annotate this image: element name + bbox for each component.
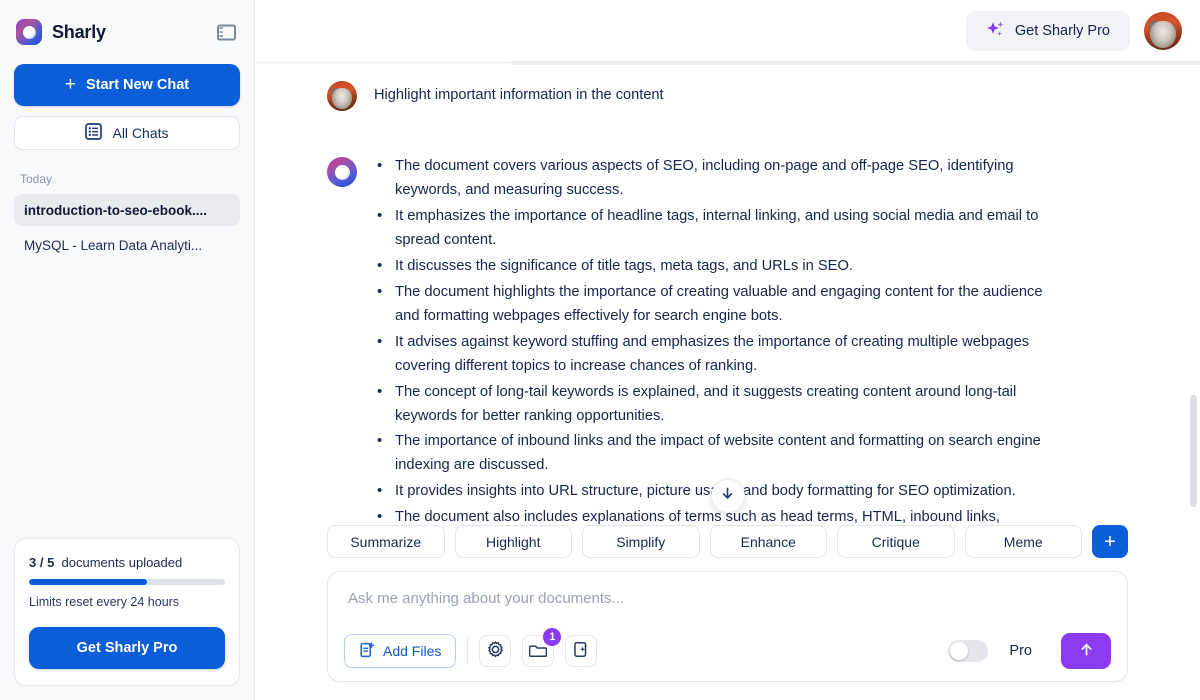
composer: Summarize Highlight Simplify Enhance Critiqu… bbox=[255, 525, 1200, 700]
vertical-scrollbar-track[interactable] bbox=[1188, 63, 1199, 700]
quick-action-critique[interactable]: Critique bbox=[837, 525, 955, 558]
sidebar-header: Sharly bbox=[0, 0, 254, 64]
all-chats-button[interactable]: All Chats bbox=[14, 116, 240, 150]
plus-icon: + bbox=[65, 75, 76, 94]
brand-name: Sharly bbox=[52, 22, 106, 43]
quick-action-enhance[interactable]: Enhance bbox=[710, 525, 828, 558]
folder-count-badge: 1 bbox=[543, 628, 561, 646]
usage-count-row: 3 / 5 documents uploaded bbox=[29, 555, 225, 570]
message-input[interactable]: Ask me anything about your documents... bbox=[344, 590, 1111, 633]
get-sharly-pro-sidebar-button[interactable]: Get Sharly Pro bbox=[29, 627, 225, 669]
composer-toolbar: Add Files bbox=[344, 633, 1111, 669]
sparkles-icon bbox=[986, 20, 1005, 43]
vertical-scrollbar-thumb[interactable] bbox=[1190, 395, 1197, 507]
gear-icon bbox=[487, 641, 504, 661]
chat-item-label: introduction-to-seo-ebook.... bbox=[24, 203, 207, 218]
upload-progress-bar bbox=[29, 579, 225, 585]
usage-reset-note: Limits reset every 24 hours bbox=[29, 595, 225, 609]
sidebar-spacer bbox=[0, 264, 254, 538]
sidebar-body: + Start New Chat All Chats bbox=[0, 64, 254, 264]
folder-icon bbox=[529, 642, 547, 661]
message-assistant: The document covers various aspects of S… bbox=[255, 155, 1200, 525]
get-sharly-pro-label: Get Sharly Pro bbox=[1015, 23, 1110, 39]
chat-scroll-area[interactable]: Highlight important information in the c… bbox=[255, 63, 1200, 525]
assistant-bullet-item: The concept of long-tail keywords is exp… bbox=[374, 381, 1054, 429]
arrow-down-icon bbox=[720, 486, 735, 506]
assistant-bullet-list: The document covers various aspects of S… bbox=[374, 155, 1054, 525]
chat-item-label: MySQL - Learn Data Analyti... bbox=[24, 238, 202, 253]
sharly-assistant-avatar-icon bbox=[327, 157, 357, 187]
sidebar-toggle-icon[interactable] bbox=[214, 20, 238, 44]
get-sharly-pro-button[interactable]: Get Sharly Pro bbox=[966, 11, 1130, 51]
usage-count: 3 / 5 bbox=[29, 555, 54, 570]
pro-mode-toggle[interactable] bbox=[948, 640, 988, 662]
list-icon bbox=[85, 123, 102, 143]
message-input-box[interactable]: Ask me anything about your documents... … bbox=[327, 571, 1128, 682]
app-root: Sharly + Start New Chat bbox=[0, 0, 1200, 700]
document-add-icon bbox=[359, 642, 375, 661]
usage-card: 3 / 5 documents uploaded Limits reset ev… bbox=[14, 538, 240, 686]
pro-mode-toggle-knob bbox=[950, 642, 968, 660]
chat-messages: Highlight important information in the c… bbox=[255, 63, 1200, 525]
message-user: Highlight important information in the c… bbox=[255, 81, 1200, 111]
quick-action-summarize[interactable]: Summarize bbox=[327, 525, 445, 558]
toolbar-divider bbox=[467, 638, 468, 664]
user-avatar-cat[interactable] bbox=[1144, 12, 1182, 50]
assistant-bullet-item: The document covers various aspects of S… bbox=[374, 155, 1054, 203]
assistant-bullet-item: It advises against keyword stuffing and … bbox=[374, 331, 1054, 379]
chat-section-label: Today bbox=[14, 150, 240, 194]
usage-count-label: documents uploaded bbox=[62, 555, 183, 570]
quick-action-row: Summarize Highlight Simplify Enhance Critiqu… bbox=[327, 525, 1128, 558]
settings-button[interactable] bbox=[479, 635, 511, 667]
user-message-text: Highlight important information in the c… bbox=[374, 85, 664, 107]
arrow-up-icon bbox=[1078, 641, 1095, 661]
pro-mode-label: Pro bbox=[1009, 643, 1032, 659]
upload-progress-fill bbox=[29, 579, 147, 585]
chat-list-item-mysql-learn-data-analytics[interactable]: MySQL - Learn Data Analyti... bbox=[14, 229, 240, 261]
quick-action-highlight[interactable]: Highlight bbox=[455, 525, 573, 558]
start-new-chat-button[interactable]: + Start New Chat bbox=[14, 64, 240, 106]
add-quick-action-button[interactable]: + bbox=[1092, 525, 1128, 558]
quick-action-meme[interactable]: Meme bbox=[965, 525, 1083, 558]
horizontal-scrollbar[interactable] bbox=[511, 61, 1200, 65]
all-chats-label: All Chats bbox=[112, 125, 168, 141]
document-sparkle-button[interactable] bbox=[565, 635, 597, 667]
assistant-bullet-item: The document also includes explanations … bbox=[374, 506, 1054, 525]
folder-button[interactable]: 1 bbox=[522, 635, 554, 667]
brand: Sharly bbox=[16, 19, 106, 45]
chat-list-item-introduction-to-seo-ebook[interactable]: introduction-to-seo-ebook.... bbox=[14, 194, 240, 226]
add-files-button[interactable]: Add Files bbox=[344, 634, 456, 668]
assistant-bullet-item: The document highlights the importance o… bbox=[374, 281, 1054, 329]
topbar: Get Sharly Pro bbox=[255, 0, 1200, 63]
assistant-bullet-item: It discusses the significance of title t… bbox=[374, 255, 1054, 279]
document-sparkle-icon bbox=[573, 641, 589, 661]
start-new-chat-label: Start New Chat bbox=[86, 77, 189, 93]
sharly-sphere-logo-icon bbox=[16, 19, 42, 45]
add-files-label: Add Files bbox=[383, 643, 441, 659]
user-avatar-cat bbox=[327, 81, 357, 111]
main-panel: Get Sharly Pro Highlight important infor… bbox=[255, 0, 1200, 700]
quick-action-simplify[interactable]: Simplify bbox=[582, 525, 700, 558]
assistant-bullet-item: The importance of inbound links and the … bbox=[374, 430, 1054, 478]
sidebar: Sharly + Start New Chat bbox=[0, 0, 255, 700]
assistant-bullet-item: It emphasizes the importance of headline… bbox=[374, 205, 1054, 253]
scroll-to-bottom-button[interactable] bbox=[711, 479, 745, 513]
send-message-button[interactable] bbox=[1061, 633, 1111, 669]
